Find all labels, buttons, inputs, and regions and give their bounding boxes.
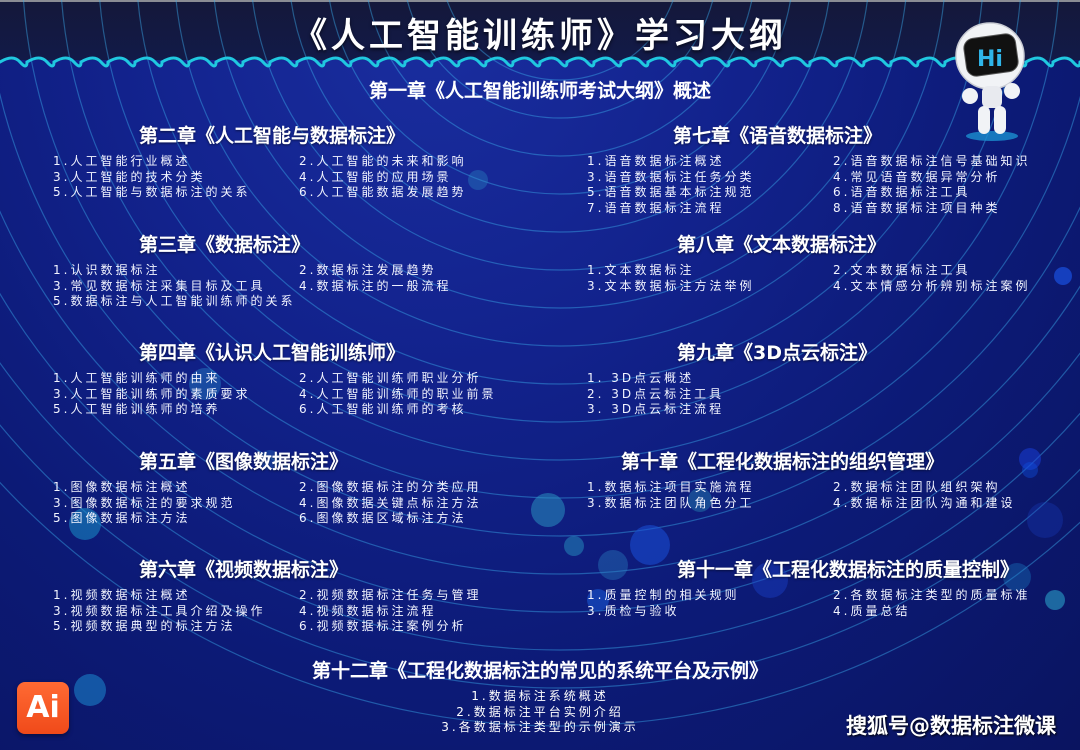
- chapter-9: 第九章《3D点云标注》 1. 3D点云概述 2. 3D点云标注工具 3. 3D点…: [587, 338, 877, 418]
- chapter-heading: 第二章《人工智能与数据标注》: [139, 125, 406, 147]
- chapter-item: 3.图像数据标注的要求规范: [53, 495, 236, 510]
- chapter-5: 第五章《图像数据标注》 1.图像数据标注概述 2.图像数据标注的分类应用 3.图…: [53, 447, 545, 527]
- chapter-heading: 第三章《数据标注》: [139, 234, 311, 256]
- chapter-item: 1.人工智能训练师的由来: [53, 371, 221, 385]
- chapter-item: 2.人工智能的未来和影响: [299, 154, 467, 168]
- chapter-item: 4.文本情感分析辨别标注案例: [833, 278, 1031, 293]
- chapter-item: 6.语音数据标注工具: [833, 185, 971, 199]
- chapter-item: 1.文本数据标注: [587, 263, 695, 277]
- bokeh-bubble: [564, 536, 584, 556]
- chapter-item: 1.图像数据标注概述: [53, 480, 191, 494]
- chapter-item: 2.视频数据标注任务与管理: [299, 588, 482, 602]
- chapter-heading: 第八章《文本数据标注》: [677, 234, 887, 256]
- chapter-item: 4.常见语音数据异常分析: [833, 169, 1001, 184]
- chapter-item: 5.数据标注与人工智能训练师的关系: [53, 294, 296, 308]
- chapter-item: 4.人工智能的应用场景: [299, 169, 452, 184]
- chapter-item: 1.视频数据标注概述: [53, 588, 191, 602]
- chapter-2: 第二章《人工智能与数据标注》 1.人工智能行业概述 2.人工智能的未来和影响 3…: [53, 121, 545, 201]
- chapter-10: 第十章《工程化数据标注的组织管理》 1.数据标注项目实施流程 2.数据标注团队组…: [587, 447, 1079, 511]
- chapter-6: 第六章《视频数据标注》 1.视频数据标注概述 2.视频数据标注任务与管理 3.视…: [53, 555, 545, 635]
- chapter-item: 1.认识数据标注: [53, 263, 161, 277]
- chapter-item: 6.图像数据区域标注方法: [299, 511, 467, 525]
- chapter-item: 5.图像数据标注方法: [53, 511, 191, 525]
- chapter-item: 4.质量总结: [833, 603, 911, 618]
- chapter-item: 2.数据标注发展趋势: [299, 263, 437, 277]
- chapter-item: 2.语音数据标注信号基础知识: [833, 154, 1031, 168]
- wave-line: [0, 56, 1080, 68]
- illustrator-logo-icon: Ai: [17, 682, 69, 734]
- chapter-item: 1.语音数据标注概述: [587, 154, 725, 168]
- chapter-item: 4.数据标注的一般流程: [299, 278, 452, 293]
- chapter-heading: 第五章《图像数据标注》: [139, 451, 349, 473]
- chapter-item: 2. 3D点云标注工具: [587, 386, 725, 401]
- chapter-item: 1.数据标注系统概述: [471, 689, 609, 703]
- chapter-item: 3.数据标注团队角色分工: [587, 495, 755, 510]
- chapter-item: 3. 3D点云标注流程: [587, 402, 725, 416]
- page-title: 《人工智能训练师》学习大纲: [293, 16, 787, 56]
- chapter-item: 6.视频数据标注案例分析: [299, 619, 467, 633]
- chapter-item: 1. 3D点云概述: [587, 371, 695, 385]
- chapter-item: 2.人工智能训练师职业分析: [299, 371, 482, 385]
- chapter-item: 2.文本数据标注工具: [833, 263, 971, 277]
- chapter-item: 3.文本数据标注方法举例: [587, 278, 755, 293]
- chapter-item: 3.语音数据标注任务分类: [587, 169, 755, 184]
- chapter-item: 3.常见数据标注采集目标及工具: [53, 278, 266, 293]
- chapter-heading: 第十章《工程化数据标注的组织管理》: [621, 451, 945, 473]
- chapter-heading: 第七章《语音数据标注》: [673, 125, 883, 147]
- chapter-item: 2.各数据标注类型的质量标准: [833, 588, 1031, 602]
- chapter-item: 5.人工智能与数据标注的关系: [53, 185, 251, 199]
- chapter-8: 第八章《文本数据标注》 1.文本数据标注 2.文本数据标注工具 3.文本数据标注…: [587, 230, 1079, 294]
- chapter-4: 第四章《认识人工智能训练师》 1.人工智能训练师的由来 2.人工智能训练师职业分…: [53, 338, 545, 418]
- chapter-heading: 第十二章《工程化数据标注的常见的系统平台及示例》: [311, 660, 768, 682]
- chapter-item: 5.语音数据基本标注规范: [587, 185, 755, 199]
- chapter-item: 4.数据标注团队沟通和建设: [833, 495, 1016, 510]
- chapter-item: 2.数据标注团队组织架构: [833, 480, 1001, 494]
- chapter-item: 5.人工智能训练师的培养: [53, 402, 221, 416]
- chapter-item: 3.人工智能训练师的素质要求: [53, 386, 251, 401]
- chapter-item: 3.视频数据标注工具介绍及操作: [53, 603, 266, 618]
- chapter-item: 6.人工智能数据发展趋势: [299, 185, 467, 199]
- chapter-heading: 第四章《认识人工智能训练师》: [139, 342, 406, 364]
- chapter-7: 第七章《语音数据标注》 1.语音数据标注概述 2.语音数据标注信号基础知识 3.…: [587, 121, 1079, 216]
- chapter-heading: 第九章《3D点云标注》: [677, 342, 877, 364]
- chapter-3: 第三章《数据标注》 1.认识数据标注 2.数据标注发展趋势 3.常见数据标注采集…: [53, 230, 545, 310]
- chapter-item: 3.人工智能的技术分类: [53, 169, 206, 184]
- chapter-item: 4.人工智能训练师的职业前景: [299, 386, 497, 401]
- chapter-item: 3.质检与验收: [587, 603, 680, 618]
- chapter-item: 2.图像数据标注的分类应用: [299, 480, 482, 494]
- watermark: 搜狐号@数据标注微课: [846, 714, 1056, 738]
- chapter-1-heading: 第一章《人工智能训练师考试大纲》概述: [368, 80, 711, 102]
- chapter-item: 6.人工智能训练师的考核: [299, 402, 467, 416]
- chapter-item: 7.语音数据标注流程: [587, 200, 725, 215]
- chapter-heading: 第六章《视频数据标注》: [139, 559, 349, 581]
- chapter-item: 1.人工智能行业概述: [53, 154, 191, 168]
- robot-screen-text: Hi: [977, 47, 1003, 72]
- chapter-item: 1.数据标注项目实施流程: [587, 480, 755, 494]
- chapter-heading: 第十一章《工程化数据标注的质量控制》: [677, 559, 1020, 581]
- chapter-item: 8.语音数据标注项目种类: [833, 200, 1001, 215]
- chapter-item: 4.图像数据关键点标注方法: [299, 495, 482, 510]
- chapter-11: 第十一章《工程化数据标注的质量控制》 1.质量控制的相关规则 2.各数据标注类型…: [587, 555, 1079, 619]
- chapter-item: 1.质量控制的相关规则: [587, 588, 740, 602]
- chapter-item: 5.视频数据典型的标注方法: [53, 619, 236, 633]
- chapter-item: 4.视频数据标注流程: [299, 603, 437, 618]
